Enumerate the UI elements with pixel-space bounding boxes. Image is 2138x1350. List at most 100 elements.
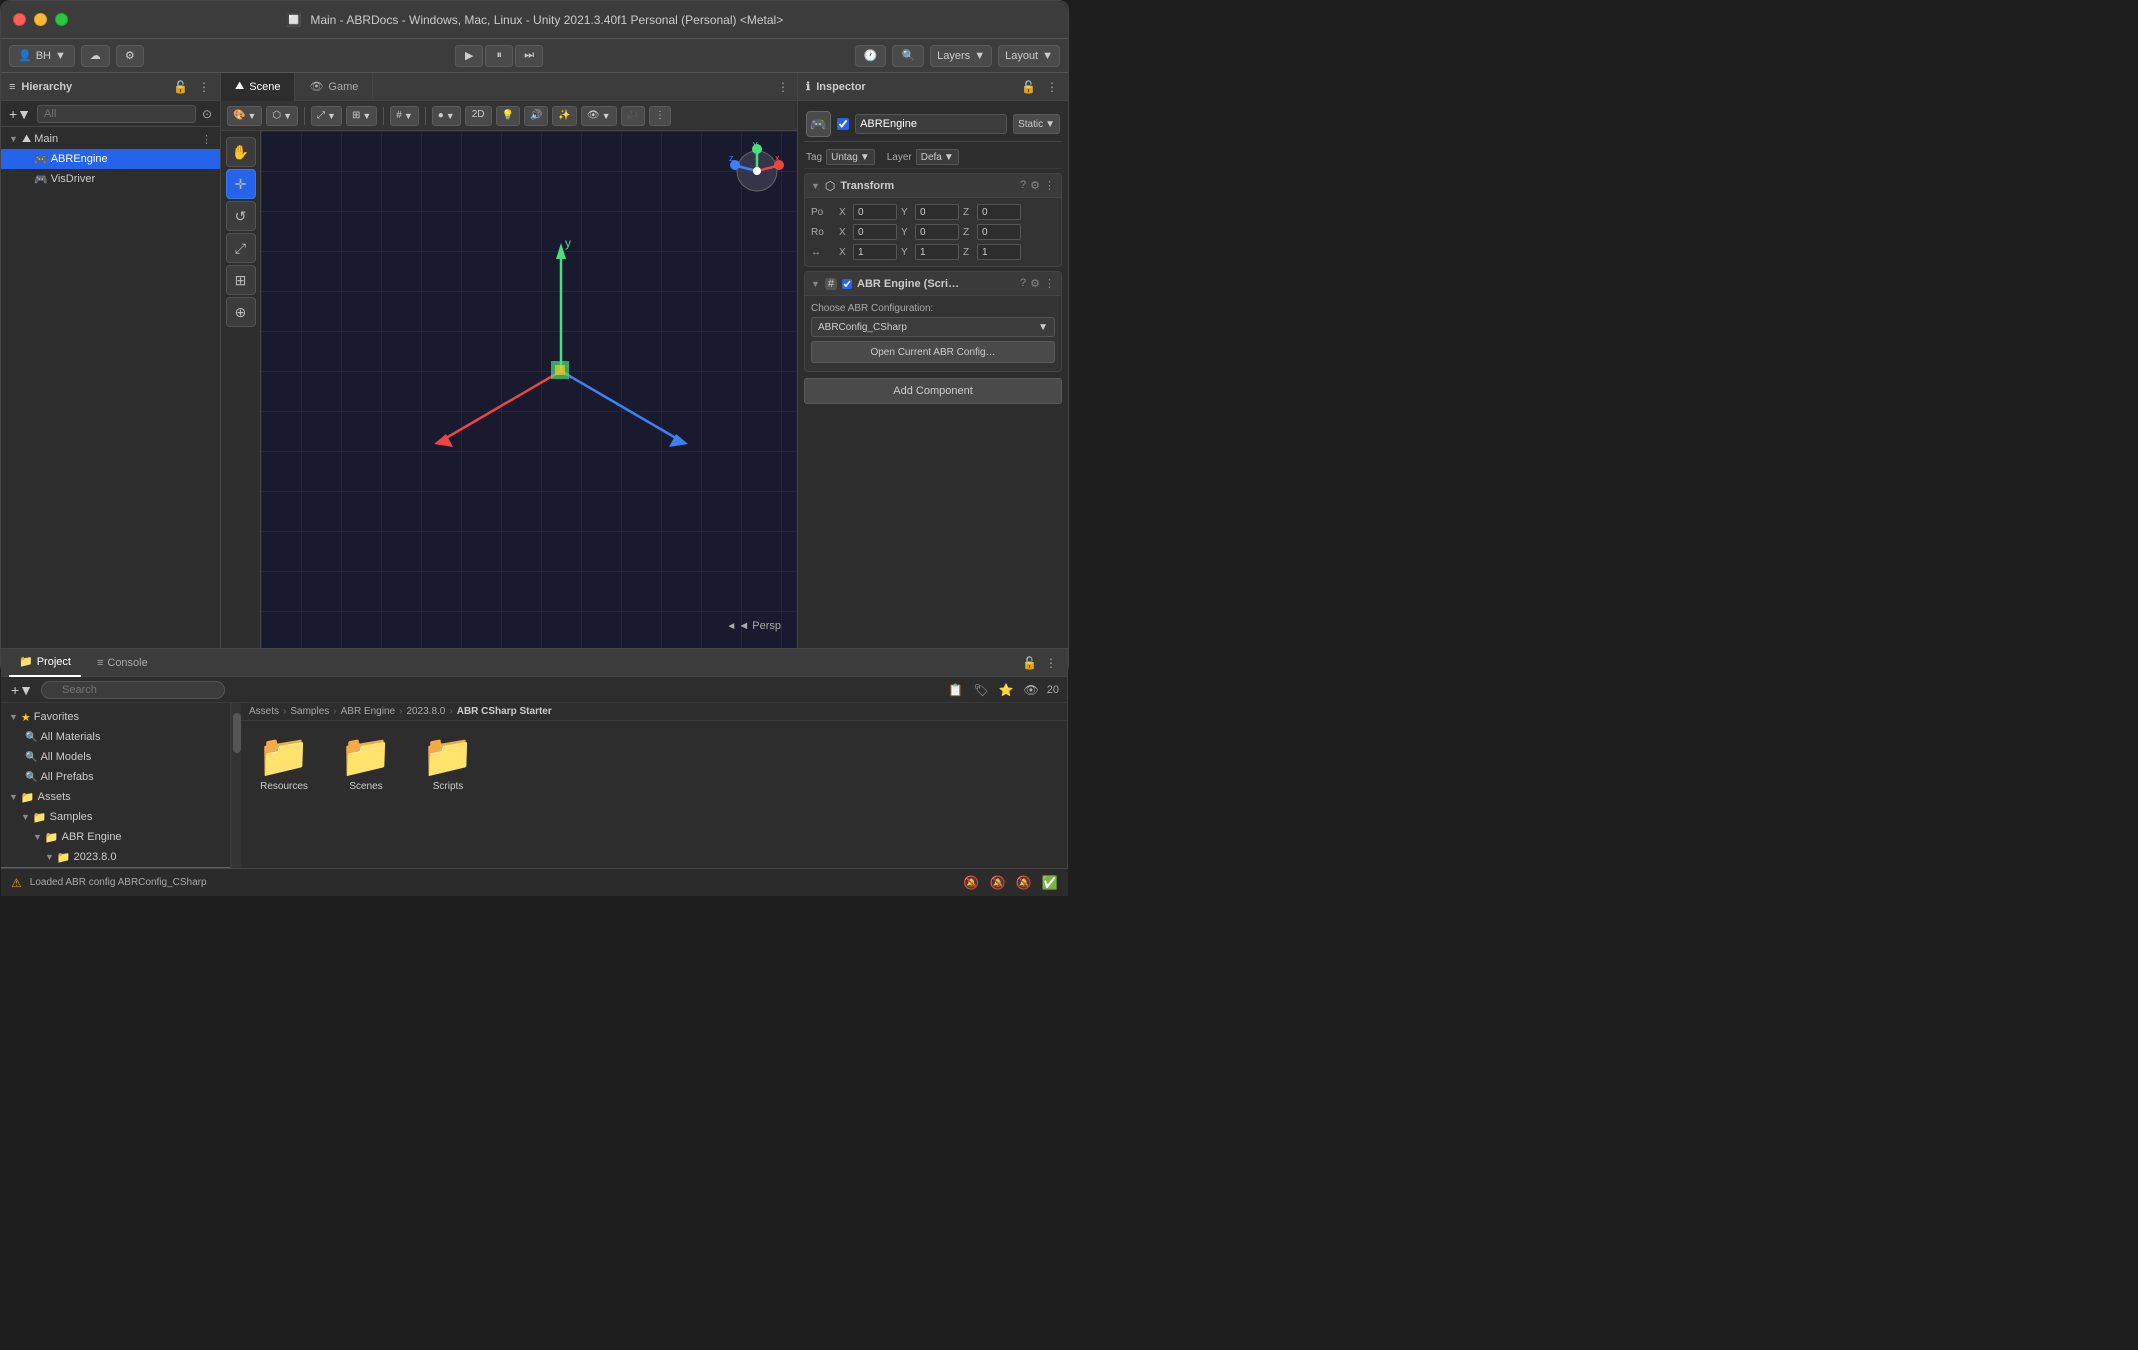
history-button[interactable]: 🕐 — [855, 45, 887, 67]
abr-engine-header[interactable]: ▼ # ABR Engine (Scri… ? ⚙ ⋮ — [805, 272, 1061, 296]
folder-scripts[interactable]: 📁 Scripts — [413, 729, 483, 798]
folder-scenes[interactable]: 📁 Scenes — [331, 729, 401, 798]
samples-item[interactable]: ▼ 📁 Samples — [1, 807, 230, 827]
close-button[interactable] — [13, 13, 26, 26]
scale-y-input[interactable] — [915, 244, 959, 260]
abr-more-icon[interactable]: ⋮ — [1044, 277, 1055, 290]
pos-x-input[interactable] — [853, 204, 897, 220]
move-tool[interactable]: ✛ — [226, 169, 256, 199]
layout-dropdown[interactable]: Layout ▼ — [998, 45, 1060, 67]
favorites-section[interactable]: ▼ ★ Favorites — [1, 707, 230, 727]
hierarchy-add-button[interactable]: +▼ — [7, 106, 33, 122]
scene-tab-more[interactable]: ⋮ — [777, 80, 797, 94]
scene-viewport[interactable]: ✋ ✛ ↺ ⤢ ⊞ ⊕ y — [221, 131, 797, 648]
gizmo-menu-btn[interactable]: ●▼ — [432, 106, 461, 126]
hierarchy-item-abrengine[interactable]: 🎮 ABREngine — [1, 149, 220, 169]
pos-z-input[interactable] — [977, 204, 1021, 220]
open-config-button[interactable]: Open Current ABR Config… — [811, 341, 1055, 363]
transform-settings-icon[interactable]: ⚙ — [1030, 179, 1040, 192]
hierarchy-filter-button[interactable]: ⊙ — [200, 107, 214, 121]
cloud-button[interactable]: ☁ — [81, 45, 110, 67]
rect-tool[interactable]: ⊞ — [226, 265, 256, 295]
project-visibility-button[interactable]: 👁 — [1022, 683, 1041, 697]
status-check-icon[interactable]: ✅ — [1042, 875, 1058, 891]
hierarchy-lock-button[interactable]: 🔓 — [171, 80, 190, 94]
step-button[interactable]: ⏭ — [515, 45, 543, 67]
tab-project[interactable]: 📁 Project — [9, 649, 81, 677]
shading-mode-btn[interactable]: 🎨▼ — [227, 106, 262, 126]
transform-header[interactable]: ▼ ⬡ Transform ? ⚙ ⋮ — [805, 174, 1061, 198]
hierarchy-search-input[interactable] — [37, 105, 196, 123]
scale-tool[interactable]: ⤢ — [226, 233, 256, 263]
maximize-button[interactable] — [55, 13, 68, 26]
hand-tool[interactable]: ✋ — [226, 137, 256, 167]
config-dropdown[interactable]: ABRConfig_CSharp ▼ — [811, 317, 1055, 337]
static-dropdown[interactable]: Static ▼ — [1013, 114, 1060, 134]
hierarchy-item-main[interactable]: ▼ ⛰ Main ⋮ — [1, 129, 220, 149]
snap-tool-btn[interactable]: ⊞▼ — [346, 106, 377, 126]
hierarchy-item-visdriver[interactable]: 🎮 VisDriver — [1, 169, 220, 189]
minimize-button[interactable] — [34, 13, 47, 26]
project-tag-button[interactable]: 🏷 — [971, 683, 990, 697]
hierarchy-icon: ≡ — [9, 81, 15, 93]
abr-csharp-folder-item[interactable]: ▼ 📁 ABR CSharp Starte… — [1, 867, 230, 868]
status-no-errors-icon[interactable]: 🔕 — [963, 875, 979, 891]
rot-x-input[interactable] — [853, 224, 897, 240]
abr-engine-folder-item[interactable]: ▼ 📁 ABR Engine — [1, 827, 230, 847]
project-search-input[interactable] — [41, 681, 225, 699]
sidebar-scrollbar[interactable] — [231, 703, 241, 868]
inspector-lock-button[interactable]: 🔓 — [1019, 80, 1038, 94]
3d-view-btn[interactable]: ⬡▼ — [266, 106, 298, 126]
scale-z-input[interactable] — [977, 244, 1021, 260]
rot-z-input[interactable] — [977, 224, 1021, 240]
pause-button[interactable]: ⏸ — [485, 45, 513, 67]
status-no-warnings-icon[interactable]: 🔕 — [989, 875, 1005, 891]
folder-resources[interactable]: 📁 Resources — [249, 729, 319, 798]
all-materials-item[interactable]: 🔍 All Materials — [1, 727, 230, 747]
settings-button[interactable]: ⚙ — [116, 45, 144, 67]
project-add-button[interactable]: +▼ — [9, 682, 35, 698]
transform-tool-btn[interactable]: ⤢▼ — [311, 106, 342, 126]
pos-y-input[interactable] — [915, 204, 959, 220]
grid-tool-btn[interactable]: #▼ — [390, 106, 418, 126]
inspector-more-button[interactable]: ⋮ — [1044, 80, 1060, 94]
status-no-messages-icon[interactable]: 🔕 — [1016, 875, 1032, 891]
project-view-button[interactable]: 📋 — [946, 683, 965, 697]
effects-toggle[interactable]: ✨ — [552, 106, 576, 126]
more-scene-btn[interactable]: ⋮ — [649, 106, 671, 126]
user-menu-button[interactable]: 👤 BH ▼ — [9, 45, 75, 67]
hierarchy-more-button[interactable]: ⋮ — [196, 80, 212, 94]
scale-x-input[interactable] — [853, 244, 897, 260]
camera-settings-btn[interactable]: 🎥 — [621, 106, 645, 126]
version-folder-item[interactable]: ▼ 📁 2023.8.0 — [1, 847, 230, 867]
project-more-button[interactable]: ⋮ — [1043, 656, 1059, 670]
tag-dropdown[interactable]: Untag ▼ — [826, 149, 875, 165]
2d-toggle[interactable]: 2D — [465, 106, 492, 126]
layers-dropdown[interactable]: Layers ▼ — [930, 45, 992, 67]
light-toggle[interactable]: 💡 — [496, 106, 520, 126]
abr-engine-active-checkbox[interactable] — [842, 279, 852, 289]
abr-help-icon[interactable]: ? — [1020, 277, 1026, 290]
combined-tool[interactable]: ⊕ — [226, 297, 256, 327]
rotate-tool[interactable]: ↺ — [226, 201, 256, 231]
all-models-item[interactable]: 🔍 All Models — [1, 747, 230, 767]
play-button[interactable]: ▶ — [455, 45, 483, 67]
tab-console[interactable]: ≡ Console — [87, 649, 158, 677]
object-active-checkbox[interactable] — [837, 118, 849, 130]
search-button[interactable]: 🔍 — [892, 45, 924, 67]
rot-y-input[interactable] — [915, 224, 959, 240]
add-component-button[interactable]: Add Component — [804, 378, 1062, 404]
abr-settings-icon[interactable]: ⚙ — [1030, 277, 1040, 290]
tab-scene[interactable]: ⛰ Scene — [221, 73, 295, 101]
assets-section[interactable]: ▼ 📁 Assets — [1, 787, 230, 807]
project-star-button[interactable]: ⭐ — [997, 683, 1016, 697]
all-prefabs-item[interactable]: 🔍 All Prefabs — [1, 767, 230, 787]
layer-dropdown[interactable]: Defa ▼ — [916, 149, 959, 165]
object-name-input[interactable] — [855, 114, 1007, 134]
audio-toggle[interactable]: 🔊 — [524, 106, 548, 126]
transform-help-icon[interactable]: ? — [1020, 179, 1026, 192]
tab-game[interactable]: 👁 Game — [295, 73, 373, 101]
project-lock-button[interactable]: 🔓 — [1020, 656, 1039, 670]
visibility-toggle[interactable]: 👁▼ — [581, 106, 617, 126]
transform-more-icon[interactable]: ⋮ — [1044, 179, 1055, 192]
